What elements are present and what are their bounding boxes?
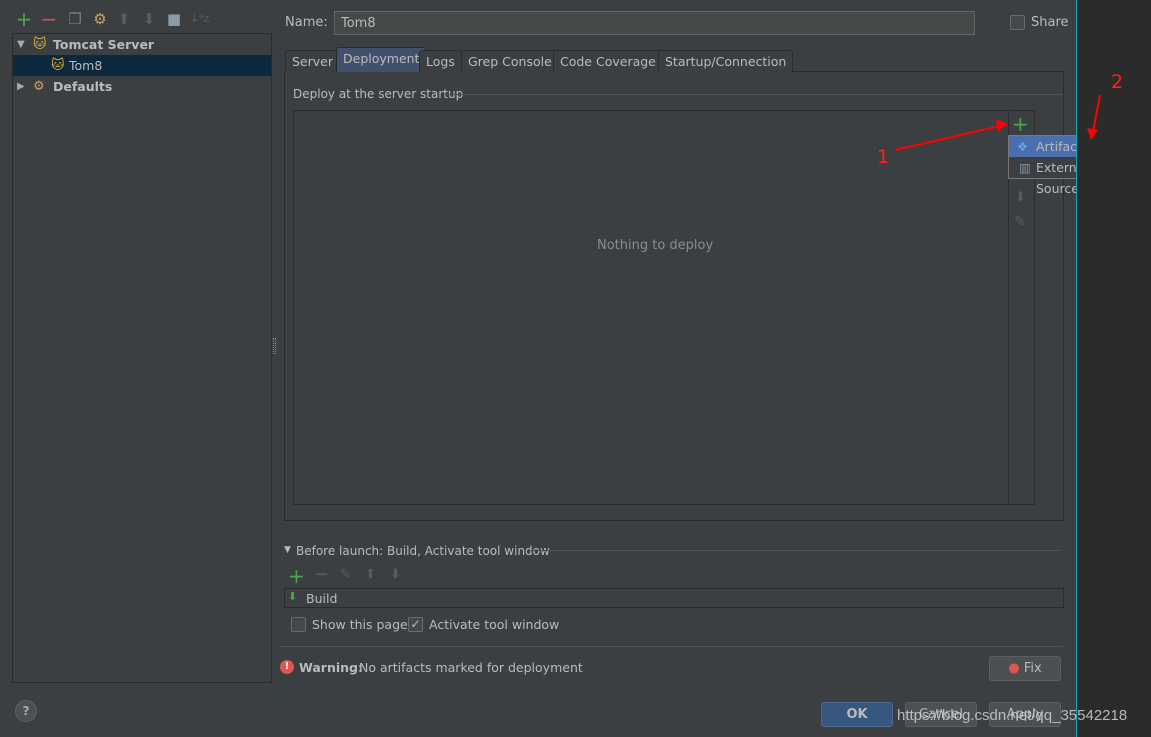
annotation-arrows	[894, 94, 1101, 151]
annotation-arrow-1	[894, 125, 1001, 151]
annotation-label-2: 2	[1111, 71, 1124, 93]
arrowhead-icon	[996, 119, 1008, 131]
annotation-arrow-2	[1092, 94, 1101, 133]
annotation-label-1: 1	[877, 146, 890, 168]
watermark: https://blog.csdn.net/qq_35542218	[897, 707, 1128, 724]
arrowhead-icon	[1087, 128, 1098, 140]
